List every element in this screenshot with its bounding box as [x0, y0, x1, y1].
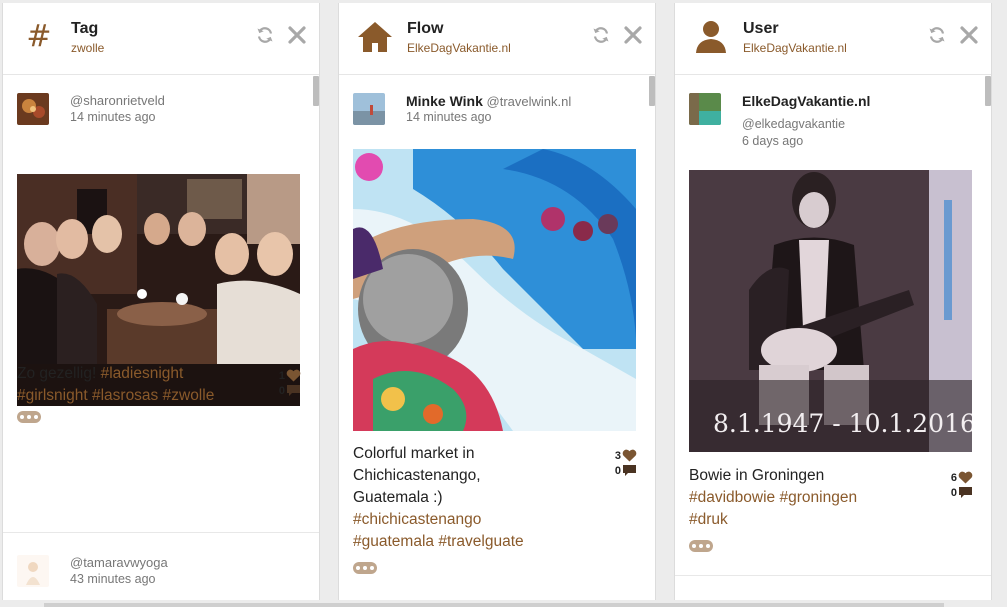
post-time: 6 days ago: [742, 134, 804, 148]
heart-icon[interactable]: [622, 449, 637, 462]
scrollbar[interactable]: [985, 76, 991, 106]
horizontal-scrollbar[interactable]: [44, 603, 944, 607]
divider: [675, 575, 991, 576]
divider: [3, 532, 319, 533]
scrollbar[interactable]: [313, 76, 319, 106]
avatar[interactable]: [689, 93, 721, 125]
post-caption: Colorful market in Chichicastenango, Gua…: [353, 443, 603, 553]
hashtag-link[interactable]: #zwolle: [163, 387, 215, 404]
post-handle[interactable]: @travelwink.nl: [487, 94, 572, 109]
hashtag-link[interactable]: #chichicastenango: [353, 511, 481, 528]
hashtag-link[interactable]: #girlsnight: [17, 387, 88, 404]
post-time: 14 minutes ago: [70, 110, 156, 124]
comment-icon[interactable]: [958, 486, 973, 499]
post-author-name[interactable]: ElkeDagVakantie.nl: [742, 93, 870, 109]
close-icon[interactable]: [957, 23, 981, 47]
column-user: User ElkeDagVakantie.nl ElkeDagVakantie.…: [674, 3, 992, 600]
refresh-icon[interactable]: [253, 23, 277, 47]
hashtag-link[interactable]: #travelguate: [438, 533, 523, 550]
hashtag-link[interactable]: #lasrosas: [92, 387, 158, 404]
caption-text: Colorful market in Chichicastenango, Gua…: [353, 445, 481, 506]
post-author[interactable]: ElkeDagVakantie.nl: [742, 93, 870, 109]
post-caption: Bowie in Groningen #davidbowie #groninge…: [689, 465, 939, 531]
photo-caption-dates: 8.1.1947 - 10.1.2016: [713, 409, 972, 438]
comment-count: 0: [614, 464, 621, 477]
avatar[interactable]: [353, 93, 385, 125]
refresh-icon[interactable]: [925, 23, 949, 47]
caption-text: Zo gezellig!: [17, 365, 101, 382]
like-count: 6: [950, 471, 957, 484]
like-count: 1: [278, 369, 285, 382]
like-count: 3: [614, 449, 621, 462]
hashtag-link[interactable]: #guatemala: [353, 533, 434, 550]
home-icon: [355, 17, 395, 57]
close-icon[interactable]: [621, 23, 645, 47]
post-photo[interactable]: [353, 149, 636, 431]
comment-count: 0: [950, 486, 957, 499]
post-stats: 1 0: [267, 368, 301, 398]
post-handle[interactable]: @tamaravwyoga: [70, 555, 168, 570]
caption-text: Bowie in Groningen: [689, 467, 825, 484]
more-options-button[interactable]: [353, 562, 377, 574]
user-icon: [691, 17, 731, 57]
avatar[interactable]: [17, 93, 49, 125]
post-stats: 6 0: [939, 470, 973, 500]
refresh-icon[interactable]: [589, 23, 613, 47]
column-tag: # Tag zwolle @sharonrietveld 14 minutes …: [2, 3, 320, 600]
hashtag-link[interactable]: #davidbowie: [689, 489, 775, 506]
avatar[interactable]: [17, 555, 49, 587]
column-title: User: [743, 20, 779, 37]
column-title: Tag: [71, 20, 99, 37]
post-author-name[interactable]: Minke Wink: [406, 93, 483, 109]
comment-count: 0: [278, 384, 285, 397]
hashtag-link[interactable]: #ladiesnight: [101, 365, 184, 382]
comment-icon[interactable]: [286, 384, 301, 397]
column-subtitle[interactable]: ElkeDagVakantie.nl: [407, 41, 511, 55]
column-subtitle[interactable]: ElkeDagVakantie.nl: [743, 41, 847, 55]
heart-icon[interactable]: [286, 369, 301, 382]
column-flow: Flow ElkeDagVakantie.nl Minke Wink @trav…: [338, 3, 656, 600]
post-caption: Zo gezellig! #ladiesnight #girlsnight #la…: [17, 363, 267, 407]
post-photo[interactable]: 8.1.1947 - 10.1.2016: [689, 170, 972, 452]
column-header: # Tag zwolle: [3, 3, 319, 75]
post-time: 43 minutes ago: [70, 572, 156, 586]
hash-icon: #: [26, 19, 52, 54]
scrollbar[interactable]: [649, 76, 655, 106]
close-icon[interactable]: [285, 23, 309, 47]
hashtag-link[interactable]: #groningen: [780, 489, 858, 506]
post-handle[interactable]: @sharonrietveld: [70, 93, 165, 108]
more-options-button[interactable]: [17, 411, 41, 423]
post-handle[interactable]: @elkedagvakantie: [742, 117, 845, 131]
column-header: User ElkeDagVakantie.nl: [675, 3, 991, 75]
comment-icon[interactable]: [622, 464, 637, 477]
post-time: 14 minutes ago: [406, 110, 492, 124]
post-author[interactable]: Minke Wink @travelwink.nl: [406, 93, 571, 109]
column-subtitle[interactable]: zwolle: [71, 41, 104, 55]
column-header: Flow ElkeDagVakantie.nl: [339, 3, 655, 75]
heart-icon[interactable]: [958, 471, 973, 484]
more-options-button[interactable]: [689, 540, 713, 552]
hashtag-link[interactable]: #druk: [689, 511, 728, 528]
post-stats: 3 0: [603, 448, 637, 478]
column-title: Flow: [407, 20, 444, 37]
